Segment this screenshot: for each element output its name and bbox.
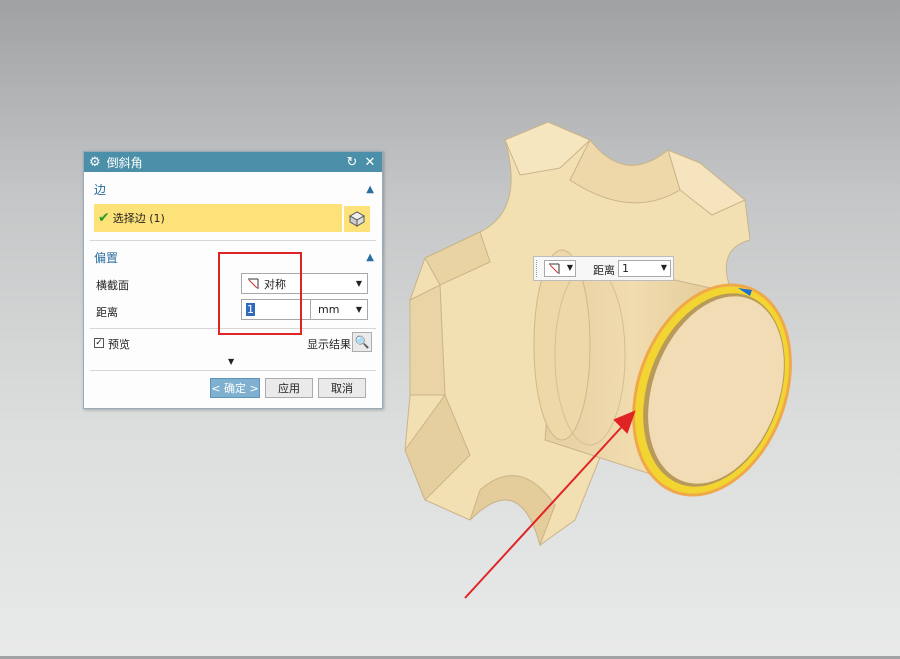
- cross-section-dropdown[interactable]: ▼: [544, 260, 576, 277]
- show-result-label: 显示结果: [307, 338, 351, 351]
- divider: [90, 370, 376, 371]
- select-edge-label: 选择边 (1): [112, 212, 165, 225]
- chevron-down-icon: ▼: [355, 305, 362, 314]
- dialog-titlebar[interactable]: ⚙ 倒斜角 ↻ ✕: [84, 152, 382, 172]
- more-options-toggle[interactable]: ▼: [228, 357, 234, 366]
- chevron-down-icon: ▼: [660, 263, 667, 272]
- annotation-highlight-box: [218, 252, 302, 335]
- chevron-down-icon: ▼: [355, 279, 362, 288]
- cross-section-label: 横截面: [96, 279, 129, 292]
- close-icon[interactable]: ✕: [363, 155, 377, 170]
- checkmark-icon: ✔: [98, 210, 110, 226]
- preview-checkbox[interactable]: ✓: [94, 338, 104, 348]
- select-edge-button[interactable]: [344, 206, 370, 232]
- symmetric-chamfer-icon: [549, 263, 560, 274]
- reset-icon[interactable]: ↻: [345, 155, 359, 170]
- show-result-button[interactable]: 🔍: [352, 332, 372, 352]
- distance-unit: mm: [318, 303, 340, 316]
- edge-section-label: 边: [94, 182, 107, 197]
- collapse-icon[interactable]: ▲: [366, 184, 374, 195]
- magnifier-icon: 🔍: [354, 335, 370, 349]
- chevron-down-icon: ▼: [566, 263, 573, 272]
- distance-label: 距离: [96, 306, 118, 319]
- distance-unit-select[interactable]: mm ▼: [310, 299, 368, 320]
- float-distance-label: 距离: [593, 264, 615, 277]
- ok-button[interactable]: < 确定 >: [210, 378, 260, 398]
- dialog-title: 倒斜角: [106, 155, 143, 170]
- grip-handle[interactable]: [536, 260, 540, 277]
- divider: [90, 240, 376, 241]
- gear-icon: ⚙: [89, 154, 101, 170]
- select-edge-row[interactable]: ✔ 选择边 (1): [94, 204, 342, 232]
- cancel-button[interactable]: 取消: [318, 378, 366, 398]
- float-distance-input[interactable]: 1 ▼: [618, 260, 671, 277]
- edge-section-header[interactable]: 边 ▲: [84, 178, 382, 200]
- apply-button[interactable]: 应用: [265, 378, 313, 398]
- cube-icon: [348, 211, 366, 227]
- collapse-icon[interactable]: ▲: [366, 252, 374, 263]
- preview-label: 预览: [108, 338, 130, 351]
- floating-input-bar: ▼ 距离 1 ▼: [533, 256, 674, 281]
